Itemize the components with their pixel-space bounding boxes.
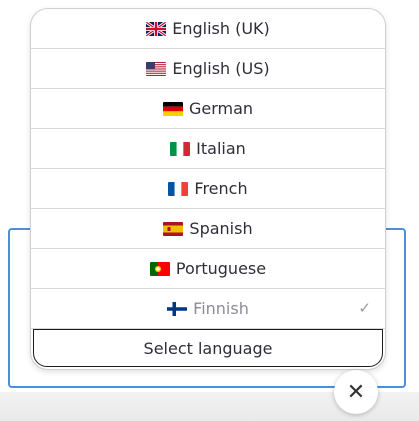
italy-flag-icon (170, 141, 191, 156)
us-flag-icon (146, 61, 167, 76)
language-label: French (194, 179, 248, 198)
language-label: Spanish (189, 219, 253, 238)
language-option-english-uk[interactable]: English (UK) (31, 9, 385, 49)
spain-flag-icon (163, 221, 184, 236)
germany-flag-icon (162, 101, 183, 116)
language-option-spanish[interactable]: Spanish (31, 209, 385, 249)
language-option-french[interactable]: French (31, 169, 385, 209)
close-icon: ✕ (346, 379, 366, 405)
language-option-portuguese[interactable]: Portuguese (31, 249, 385, 289)
language-label: Portuguese (175, 259, 267, 278)
uk-flag-icon (146, 21, 167, 36)
language-option-italian[interactable]: Italian (31, 129, 385, 169)
close-button[interactable]: ✕ (334, 370, 378, 414)
language-option-german[interactable]: German (31, 89, 385, 129)
language-dropdown: English (UK) English (US) German Italian… (30, 8, 386, 370)
france-flag-icon (168, 181, 189, 196)
checkmark-icon: ✓ (358, 299, 371, 317)
portugal-flag-icon (149, 261, 170, 276)
language-option-english-us[interactable]: English (US) (31, 49, 385, 89)
language-option-finnish: Finnish ✓ (31, 289, 385, 329)
language-label: German (188, 99, 254, 118)
finland-flag-icon (167, 301, 188, 316)
language-label: Finnish (193, 299, 249, 318)
select-language-button[interactable]: Select language (33, 329, 383, 367)
language-label: English (UK) (172, 19, 270, 38)
language-label: English (US) (172, 59, 270, 78)
language-label: Italian (196, 139, 246, 158)
